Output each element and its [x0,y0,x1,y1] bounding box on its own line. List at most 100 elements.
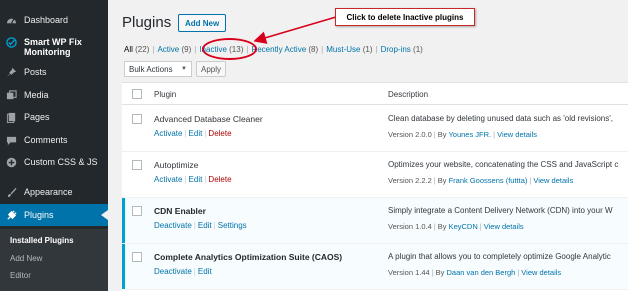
by-label: By [437,176,447,185]
column-header-plugin[interactable]: Plugin [154,90,176,99]
meta-separator: | [479,222,482,231]
row-checkbox[interactable] [132,206,142,216]
wp-fix-icon [0,37,22,48]
deactivate-link[interactable]: Deactivate [154,267,192,276]
row-checkbox[interactable] [132,252,142,262]
view-details-link[interactable]: View details [484,222,524,231]
plugin-version: Version 2.2.2 [388,176,432,185]
sidebar-item-appearance[interactable]: Appearance [0,181,108,203]
plugin-version: Version 1.0.4 [388,222,432,231]
author-link[interactable]: Daan van den Bergh [447,268,516,277]
plugin-description: Simply integrate a Content Delivery Netw… [388,206,613,215]
action-separator: | [184,175,187,184]
edit-link[interactable]: Edit [189,129,203,138]
plugin-name: Complete Analytics Optimization Suite (C… [154,252,343,262]
filter-active-label: Active [157,45,180,54]
delete-link[interactable]: Delete [208,175,231,184]
plugin-meta: Version 2.2.2 | By Frank Goossens (futtta)… [388,176,573,185]
filter-active[interactable]: Active (9) [157,45,191,54]
action-separator: | [193,221,196,230]
apply-button[interactable]: Apply [196,61,226,77]
select-all-checkbox[interactable] [132,89,142,99]
action-separator: | [204,175,207,184]
plugin-meta: Version 1.44 | By Daan van den Bergh | View … [388,268,561,277]
filter-recently-active-count: (8) [308,45,319,54]
author-link[interactable]: KeyCDN [449,222,478,231]
add-new-button[interactable]: Add New [178,14,227,32]
filter-must-use[interactable]: Must-Use (1) [326,45,372,54]
table-row: Advanced Database Cleaner Activate | Edit |… [122,106,628,152]
plugin-meta: Version 1.0.4 | By KeyCDN | View details [388,222,524,231]
view-details-link[interactable]: View details [521,268,561,277]
meta-separator: | [433,130,436,139]
table-row: Autoptimize Activate | Edit | Delete Optimiz… [122,152,628,198]
deactivate-link[interactable]: Deactivate [154,221,192,230]
row-actions: Deactivate | Edit [154,267,212,276]
filter-separator: | [194,45,197,54]
author-link[interactable]: Younes JFR. [448,130,491,139]
sidebar-item-comments[interactable]: Comments [0,129,108,151]
media-icon [0,89,22,101]
submenu-editor[interactable]: Editor [10,271,31,280]
chevron-down-icon: ▼ [181,66,187,72]
row-checkbox[interactable] [132,160,142,170]
sidebar-item-pages[interactable]: Pages [0,106,108,128]
sidebar-item-posts[interactable]: Posts [0,61,108,83]
submenu-installed-plugins[interactable]: Installed Plugins [10,236,74,245]
main-content: Plugins Add New All (22) | Active (9) | Inac… [108,0,628,291]
row-actions: Deactivate | Edit | Settings [154,221,247,230]
sidebar-item-dashboard[interactable]: Dashboard [0,9,108,31]
plugin-icon [0,209,22,221]
filter-all[interactable]: All (22) [124,45,149,54]
by-label: By [435,268,445,277]
filter-recently-active[interactable]: Recently Active (8) [251,45,318,54]
row-actions: Activate | Edit | Delete [154,129,232,138]
sidebar-item-smart-wp-fix[interactable]: Smart WP Fix Monitoring [0,33,108,61]
delete-link[interactable]: Delete [208,129,231,138]
sidebar-item-plugins[interactable]: Plugins [0,204,108,226]
bulk-actions-select[interactable]: Bulk Actions ▼ [124,61,192,77]
sidebar-item-label: Plugins [24,210,54,220]
activate-link[interactable]: Activate [154,175,182,184]
table-row: CDN Enabler Deactivate | Edit | Settings Sim… [122,198,628,244]
view-details-link[interactable]: View details [497,130,537,139]
filter-separator: | [375,45,378,54]
sidebar-item-label: Posts [24,67,47,77]
filter-dropins[interactable]: Drop-ins (1) [381,45,423,54]
view-details-link[interactable]: View details [533,176,573,185]
plus-circle-icon [0,157,22,168]
by-label: By [437,130,447,139]
paintbrush-icon [0,187,22,198]
settings-link[interactable]: Settings [218,221,247,230]
inactive-highlight-oval [202,38,257,60]
plugin-description: Optimizes your website, concatenating th… [388,160,619,169]
annotation-callout: Click to delete Inactive plugins [335,8,475,26]
plugin-name: CDN Enabler [154,206,206,216]
by-label: By [437,222,447,231]
admin-sidebar: Dashboard Smart WP Fix Monitoring Posts … [0,0,108,291]
activate-link[interactable]: Activate [154,129,182,138]
edit-link[interactable]: Edit [189,175,203,184]
filter-active-count: (9) [181,45,192,54]
action-separator: | [213,221,216,230]
edit-link[interactable]: Edit [198,267,212,276]
meta-separator: | [431,268,434,277]
sidebar-item-label: Comments [24,135,68,145]
meta-separator: | [529,176,532,185]
filter-all-count: (22) [135,45,150,54]
sidebar-item-custom-css-js[interactable]: Custom CSS & JS [0,151,108,173]
edit-link[interactable]: Edit [198,221,212,230]
plugin-name: Advanced Database Cleaner [154,114,263,124]
filter-all-label: All [124,45,133,54]
table-header: Plugin Description [122,83,628,105]
plugin-meta: Version 2.0.0 | By Younes JFR. | View detail… [388,130,537,139]
row-checkbox[interactable] [132,114,142,124]
submenu-add-new[interactable]: Add New [10,254,42,263]
column-header-description: Description [388,90,429,99]
pages-icon [0,112,22,123]
meta-separator: | [493,130,496,139]
filter-must-use-label: Must-Use [326,45,361,54]
sidebar-item-media[interactable]: Media [0,84,108,106]
table-row: Complete Analytics Optimization Suite (C… [122,244,628,290]
author-link[interactable]: Frank Goossens (futtta) [449,176,528,185]
